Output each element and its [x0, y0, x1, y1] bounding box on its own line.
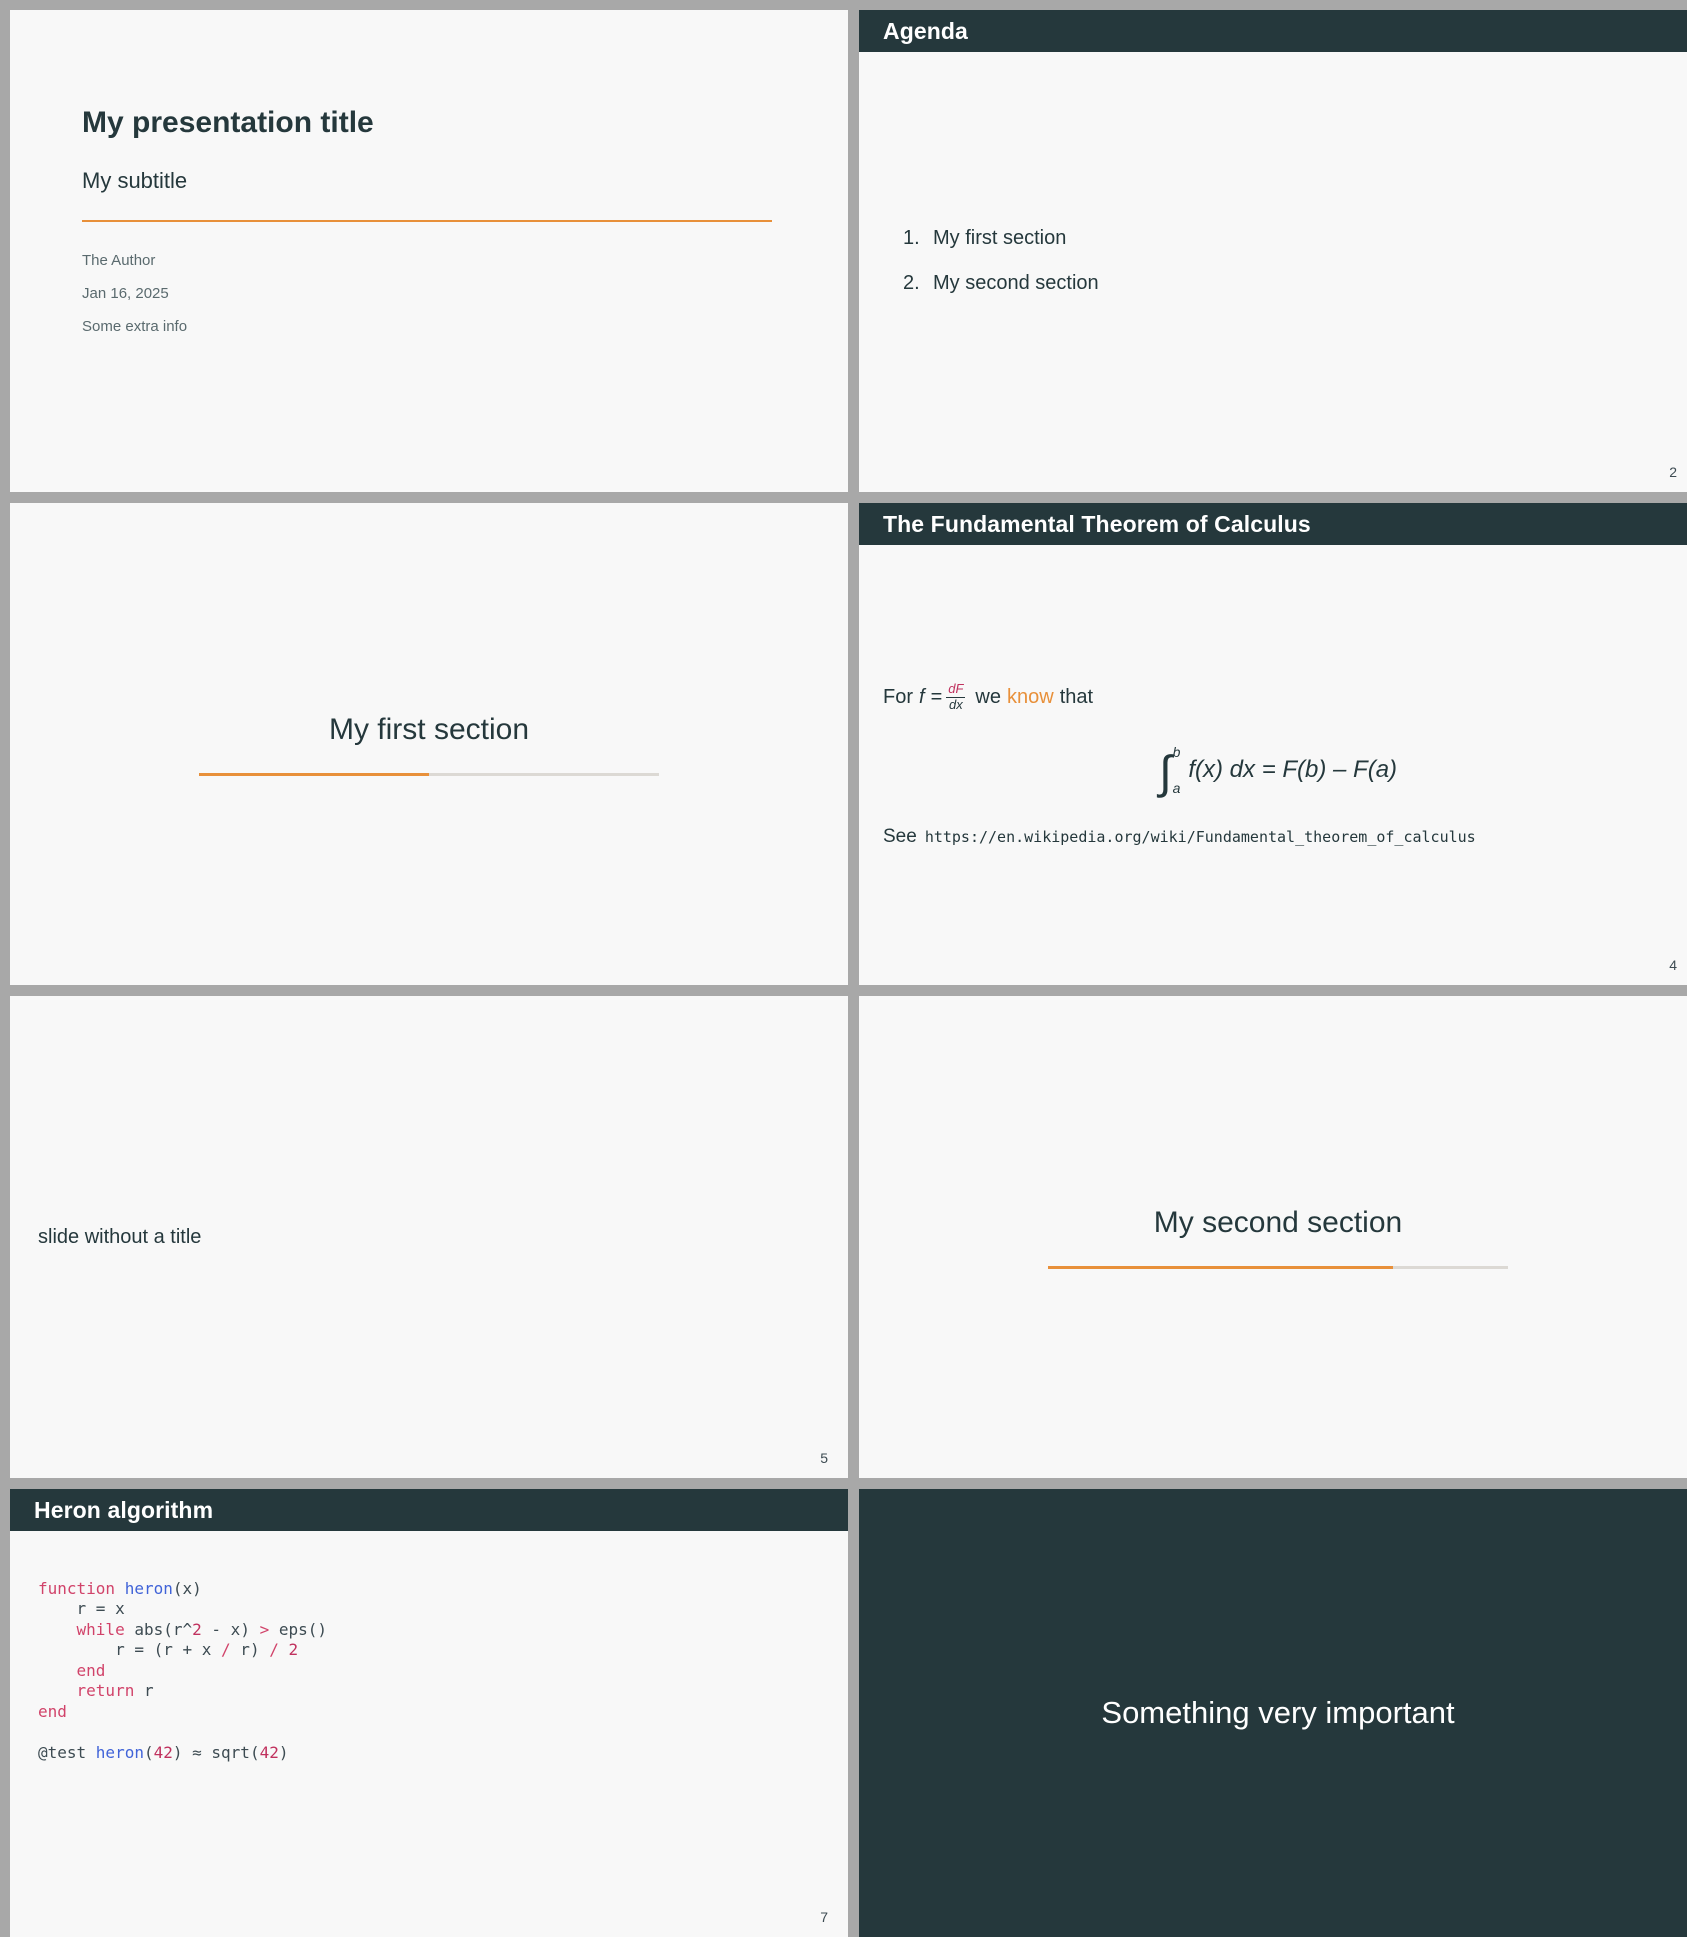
page-number: 4 [1669, 957, 1677, 973]
slide-header-title: Heron algorithm [34, 1496, 214, 1523]
math-intro-line: For f = dF dx we know that [883, 680, 1673, 713]
integral-equation: ∫ b a f(x) dx = F(b) – F(a) [883, 744, 1673, 796]
date-line: Jan 16, 2025 [82, 285, 169, 302]
fraction-denominator: dx [948, 696, 963, 712]
math-intro-we: we [975, 685, 1001, 708]
math-equals-sign: = [930, 685, 943, 708]
reference-line: See https://en.wikipedia.org/wiki/Fundam… [883, 826, 1673, 848]
slide-untitled[interactable]: slide without a title 5 [10, 996, 848, 1478]
slide-statement[interactable]: Something very important [859, 1489, 1687, 1937]
agenda-body: 1. My first section 2. My second section [859, 52, 1687, 492]
integral-lower-limit: a [1172, 780, 1181, 797]
slide-code[interactable]: Heron algorithm function heron(x) r = x … [10, 1489, 848, 1937]
page-number: 5 [820, 1450, 828, 1466]
section-divider-body: My first section [10, 503, 848, 985]
agenda-item-label: My second section [933, 272, 1099, 294]
page-number: 7 [820, 1909, 828, 1925]
untitled-slide-text: slide without a title [38, 1225, 202, 1248]
section-title: My first section [328, 712, 530, 746]
list-item: 2. My second section [903, 272, 1673, 295]
integral-upper-limit: b [1172, 744, 1181, 761]
slide-header-bar: Agenda [859, 10, 1687, 52]
slide-header-bar: The Fundamental Theorem of Calculus [859, 503, 1687, 545]
math-highlight-know: know [1007, 685, 1054, 708]
math-intro-prefix: For [883, 685, 913, 708]
statement-text: Something very important [1101, 1695, 1455, 1730]
presentation-subtitle: My subtitle [82, 168, 188, 193]
code-block[interactable]: function heron(x) r = x while abs(r^2 - … [38, 1579, 820, 1763]
slide-header-title: Agenda [883, 17, 968, 44]
math-symbol-f: f [919, 685, 925, 708]
list-item: 1. My first section [903, 227, 1673, 250]
presentation-title: My presentation title [82, 106, 374, 139]
accent-rule [82, 220, 772, 222]
derivative-fraction: dF dx [946, 680, 966, 713]
slide-header-bar: Heron algorithm [10, 1489, 848, 1531]
extra-info-line: Some extra info [82, 318, 188, 335]
section-progress-fill [1048, 1265, 1393, 1269]
agenda-item-number: 2. [903, 272, 920, 294]
statement-body: Something very important [859, 1489, 1687, 1937]
integral-sign-icon: ∫ [1158, 746, 1172, 799]
section-progress-bar [199, 772, 659, 776]
agenda-list: 1. My first section 2. My second section [883, 227, 1673, 317]
reference-url[interactable]: https://en.wikipedia.org/wiki/Fundamenta… [925, 828, 1476, 846]
code-body: function heron(x) r = x while abs(r^2 - … [10, 1531, 848, 1763]
agenda-item-number: 1. [903, 227, 920, 249]
section-progress-bar [1048, 1265, 1508, 1269]
slide-deck: My presentation title My subtitle The Au… [0, 0, 1687, 1937]
calculus-body: For f = dF dx we know that ∫ b a f(x) dx… [859, 545, 1687, 985]
agenda-item-label: My first section [933, 227, 1067, 249]
author-line: The Author [82, 252, 156, 269]
slide-section-second[interactable]: My second section [859, 996, 1687, 1478]
slide-section-first[interactable]: My first section [10, 503, 848, 985]
fraction-numerator: dF [946, 680, 966, 698]
slide-title[interactable]: My presentation title My subtitle The Au… [10, 10, 848, 492]
title-slide-body: My presentation title My subtitle The Au… [10, 10, 848, 335]
slide-header-title: The Fundamental Theorem of Calculus [883, 510, 1311, 537]
integral-expression: f(x) dx = F(b) – F(a) [1188, 756, 1398, 784]
reference-label: See [883, 826, 917, 848]
slide-agenda[interactable]: Agenda 1. My first section 2. My second … [859, 10, 1687, 492]
section-title: My second section [1153, 1205, 1403, 1239]
untitled-body: slide without a title [10, 996, 848, 1478]
math-intro-that: that [1059, 685, 1094, 708]
section-progress-fill [199, 772, 429, 776]
integral-limits: b a [1173, 744, 1181, 796]
page-number: 2 [1669, 464, 1677, 480]
slide-calculus[interactable]: The Fundamental Theorem of Calculus For … [859, 503, 1687, 985]
section-divider-body: My second section [859, 996, 1687, 1478]
